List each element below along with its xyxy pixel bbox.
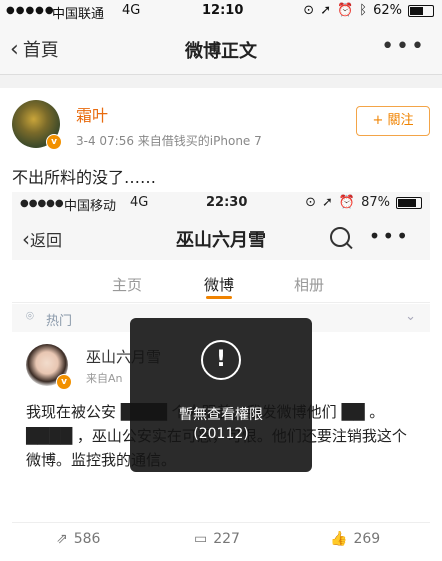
chevron-down-icon[interactable]: ⌄: [405, 309, 416, 324]
signal-dots-icon: ●●●●●: [6, 5, 55, 16]
network-label: 4G: [122, 3, 141, 18]
embedded-time: 22:30: [206, 195, 248, 210]
battery-icon: [396, 196, 422, 209]
comment-count: 227: [213, 531, 240, 547]
carrier-label: 中国联通: [52, 7, 105, 22]
embedded-network: 4G: [130, 195, 149, 210]
alarm-icon: ⏰: [337, 3, 354, 18]
like-count: 269: [353, 531, 381, 547]
comment-icon: ▭: [194, 531, 208, 547]
search-icon[interactable]: [330, 227, 350, 247]
repost-icon: ⇗: [56, 531, 68, 547]
profile-tabs: 主页 微博 相册: [12, 262, 430, 303]
embedded-status-bar: ●●●●● 中国移动 4G 22:30 ⊙ ➚ ⏰ 87%: [12, 192, 430, 216]
battery-icon: [408, 4, 434, 17]
status-bar: ●●●●● 中国联通 4G 12:10 ⊙ ➚ ⏰ ᛒ 62%: [0, 0, 442, 24]
repost-button[interactable]: ⇗ 586: [56, 531, 100, 547]
post-username[interactable]: 霜叶: [76, 102, 108, 126]
post-text: 不出所料的没了……: [12, 168, 157, 187]
follow-button[interactable]: + 關注: [356, 106, 430, 136]
repost-count: 586: [73, 531, 101, 547]
active-tab-indicator: [206, 296, 232, 299]
more-options-icon[interactable]: •••: [369, 224, 410, 248]
verified-badge-icon: v: [46, 134, 62, 150]
location-icon: ➚: [322, 195, 333, 210]
status-right-cluster: ⊙ ➚ ⏰ ᛒ 62%: [303, 3, 434, 18]
hot-label: 热门: [46, 314, 73, 329]
embedded-battery-percent: 87%: [361, 195, 390, 210]
thumbs-up-icon: 👍: [330, 531, 348, 547]
page-title: 微博正文: [185, 41, 257, 62]
exclamation-icon: !: [201, 340, 241, 380]
location-icon: ➚: [320, 3, 332, 18]
rotation-lock-icon: ⊙: [303, 3, 315, 18]
embedded-title: 巫山六月雪: [176, 230, 266, 251]
like-button[interactable]: 👍 269: [330, 531, 380, 547]
alarm-icon: ⏰: [338, 195, 356, 210]
post-actions: ⇗ 586 ▭ 227 👍 269: [12, 522, 430, 553]
post-meta: 3-4 07:56 来自借钱买的iPhone 7: [76, 134, 262, 148]
verified-badge-icon: v: [56, 374, 72, 390]
battery-percent: 62%: [373, 3, 402, 18]
comment-button[interactable]: ▭ 227: [194, 531, 240, 547]
tab-weibo[interactable]: 微博: [204, 274, 234, 295]
rotation-lock-icon: ⊙: [305, 195, 316, 210]
embedded-carrier: 中国移动: [64, 199, 117, 214]
location-pin-icon: ⌾: [26, 309, 34, 324]
more-options-icon[interactable]: •••: [381, 34, 426, 59]
signal-dots-icon: ●●●●●: [20, 198, 64, 209]
embedded-nav-bar: ‹返回 巫山六月雪 •••: [12, 216, 430, 260]
embedded-status-right: ⊙ ➚ ⏰ 87%: [305, 195, 422, 210]
embedded-meta: 来自An: [86, 372, 123, 385]
nav-bar: ‹ 首頁 微博正文 •••: [0, 24, 442, 75]
bluetooth-icon: ᛒ: [359, 3, 368, 18]
permission-toast: ! 暫無查看權限 (20112): [130, 318, 312, 472]
toast-code: (20112): [193, 426, 249, 442]
toast-message: 暫無查看權限: [179, 407, 263, 423]
status-time: 12:10: [202, 3, 244, 18]
tab-album[interactable]: 相册: [294, 274, 324, 295]
tab-home[interactable]: 主页: [112, 274, 142, 295]
